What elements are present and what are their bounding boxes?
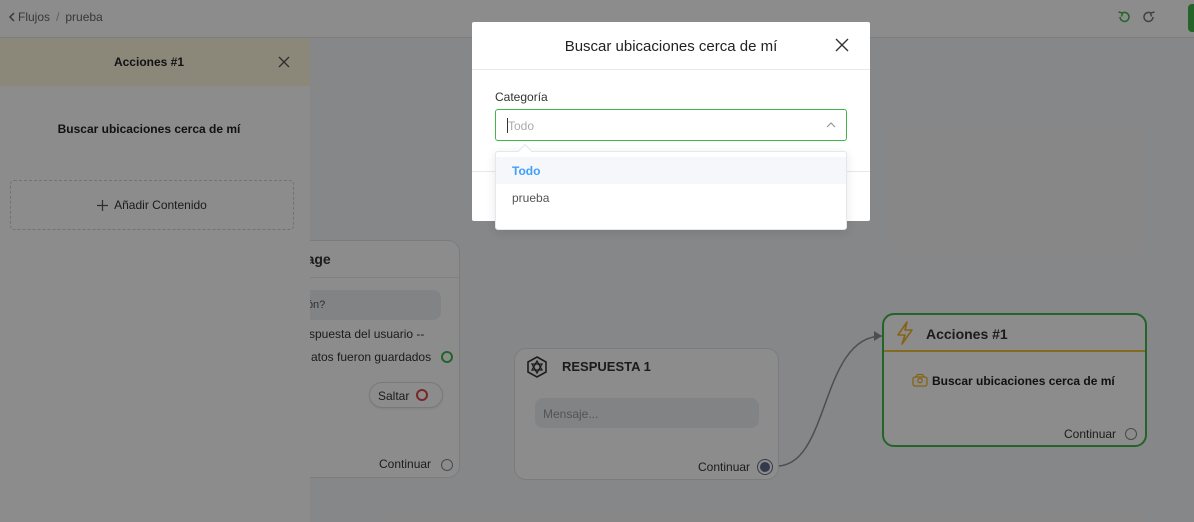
chevron-up-icon <box>826 122 836 128</box>
divider <box>472 69 870 70</box>
category-option-todo[interactable]: Todo <box>496 157 846 184</box>
category-label: Categoría <box>495 90 548 104</box>
category-select[interactable]: Todo <box>495 109 847 141</box>
category-option-prueba[interactable]: prueba <box>496 184 846 211</box>
modal-title: Buscar ubicaciones cerca de mí <box>564 38 778 55</box>
category-select-placeholder: Todo <box>508 119 535 133</box>
close-icon[interactable] <box>835 38 849 52</box>
category-dropdown: Todo prueba <box>495 143 847 230</box>
text-cursor <box>507 118 508 133</box>
